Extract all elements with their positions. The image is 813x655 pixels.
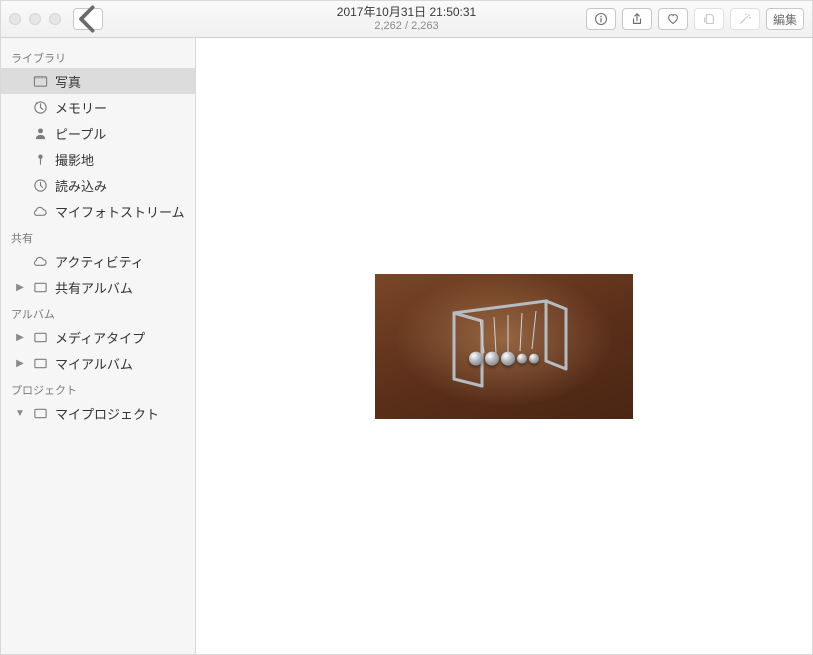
share-button[interactable]	[622, 8, 652, 30]
clock-icon	[32, 177, 48, 193]
album-icon	[32, 355, 48, 371]
photo-cradle-balls	[469, 352, 539, 366]
sidebar-item-label: 撮影地	[55, 150, 94, 169]
favorite-button[interactable]	[658, 8, 688, 30]
sidebar-item-people[interactable]: ピープル	[1, 120, 195, 146]
sidebar-item-my-projects[interactable]: ▼ マイプロジェクト	[1, 400, 195, 426]
photo-newtons-cradle	[434, 291, 574, 391]
sidebar-item-label: 共有アルバム	[55, 278, 133, 297]
info-icon	[594, 12, 608, 26]
sidebar-item-label: マイプロジェクト	[55, 404, 159, 423]
sidebar: ライブラリ 写真 メモリー ピープル 撮影地	[1, 38, 196, 654]
sidebar-item-label: マイアルバム	[55, 354, 133, 373]
photo-date: 2017年10月31日 21:50:31	[337, 5, 476, 19]
rotate-icon	[702, 12, 716, 26]
sidebar-item-label: アクティビティ	[55, 252, 144, 271]
photo-counter: 2,262 / 2,263	[337, 20, 476, 33]
content-area	[196, 38, 812, 654]
edit-label: 編集	[773, 11, 797, 28]
photos-icon	[32, 73, 48, 89]
album-icon	[32, 329, 48, 345]
sidebar-item-photostream[interactable]: マイフォトストリーム	[1, 198, 195, 224]
cloud-icon	[32, 203, 48, 219]
section-header-projects: プロジェクト	[1, 376, 195, 400]
enhance-button[interactable]	[730, 8, 760, 30]
title-center: 2017年10月31日 21:50:31 2,262 / 2,263	[337, 5, 476, 33]
cloud-icon	[32, 253, 48, 269]
disclosure-triangle-icon[interactable]: ▼	[15, 408, 25, 419]
sidebar-item-label: メディアタイプ	[55, 328, 145, 347]
close-window-button[interactable]	[9, 13, 21, 25]
sidebar-item-my-albums[interactable]: ▶ マイアルバム	[1, 350, 195, 376]
album-icon	[32, 405, 48, 421]
minimize-window-button[interactable]	[29, 13, 41, 25]
sidebar-item-imports[interactable]: 読み込み	[1, 172, 195, 198]
section-header-shared: 共有	[1, 224, 195, 248]
sidebar-item-photos[interactable]: 写真	[1, 68, 195, 94]
body: ライブラリ 写真 メモリー ピープル 撮影地	[1, 38, 812, 654]
sidebar-item-memories[interactable]: メモリー	[1, 94, 195, 120]
sidebar-item-label: メモリー	[55, 98, 107, 117]
window-controls	[9, 13, 61, 25]
sidebar-item-activity[interactable]: アクティビティ	[1, 248, 195, 274]
back-button[interactable]	[73, 8, 103, 30]
disclosure-triangle-icon[interactable]: ▶	[15, 282, 25, 293]
titlebar: 2017年10月31日 21:50:31 2,262 / 2,263 編集	[1, 1, 812, 38]
people-icon	[32, 125, 48, 141]
section-header-library: ライブラリ	[1, 44, 195, 68]
photo-preview[interactable]	[375, 274, 633, 419]
sidebar-item-places[interactable]: 撮影地	[1, 146, 195, 172]
rotate-button[interactable]	[694, 8, 724, 30]
info-button[interactable]	[586, 8, 616, 30]
edit-button[interactable]: 編集	[766, 8, 804, 30]
disclosure-triangle-icon[interactable]: ▶	[15, 358, 25, 369]
app-window: 2017年10月31日 21:50:31 2,262 / 2,263 編集	[0, 0, 813, 655]
pin-icon	[32, 151, 48, 167]
sidebar-item-label: 写真	[55, 72, 81, 91]
sidebar-item-shared-albums[interactable]: ▶ 共有アルバム	[1, 274, 195, 300]
sidebar-item-media-types[interactable]: ▶ メディアタイプ	[1, 324, 195, 350]
zoom-window-button[interactable]	[49, 13, 61, 25]
sidebar-item-label: ピープル	[55, 124, 106, 143]
sidebar-item-label: マイフォトストリーム	[55, 202, 185, 221]
share-icon	[630, 12, 644, 26]
heart-icon	[666, 12, 680, 26]
toolbar-right: 編集	[586, 8, 804, 30]
section-header-albums: アルバム	[1, 300, 195, 324]
album-icon	[32, 279, 48, 295]
chevron-left-icon	[74, 5, 102, 33]
memories-icon	[32, 99, 48, 115]
magic-wand-icon	[738, 12, 752, 26]
disclosure-triangle-icon[interactable]: ▶	[15, 332, 25, 343]
sidebar-item-label: 読み込み	[55, 176, 107, 195]
